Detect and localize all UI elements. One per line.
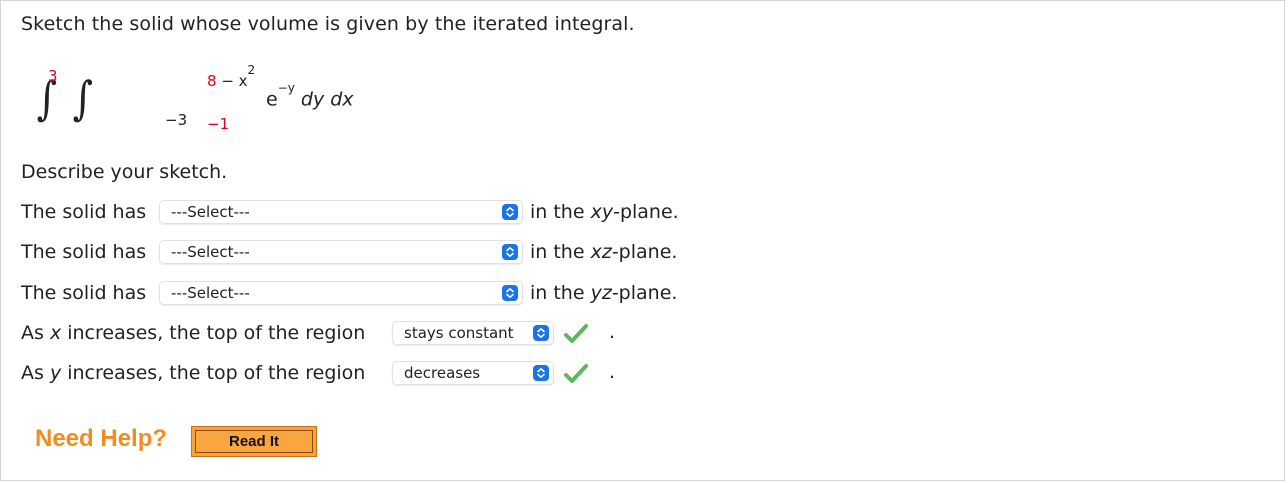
inner-upper-limit: 8 − x2 — [207, 63, 256, 90]
select-value: ---Select--- — [171, 243, 250, 261]
yz-plane-select[interactable]: ---Select--- — [159, 281, 523, 305]
integrand: e−y dy dx — [266, 81, 354, 111]
row-xz: The solid has — [21, 238, 146, 266]
chevron-updown-icon — [533, 365, 549, 381]
checkmark-icon — [564, 364, 588, 383]
question-text: Sketch the solid whose volume is given b… — [21, 13, 635, 35]
chevron-updown-icon — [502, 285, 518, 301]
checkmark-icon — [564, 324, 588, 343]
trend-row-x: As x increases, the top of the region — [21, 322, 366, 344]
row-prefix: The solid has — [21, 201, 147, 223]
row-yz: The solid has — [21, 279, 146, 307]
chevron-updown-icon — [533, 325, 549, 341]
select-value: stays constant — [404, 324, 514, 342]
row-suffix: in the xz-plane. — [530, 241, 678, 263]
select-value: decreases — [404, 364, 481, 382]
chevron-updown-icon — [502, 204, 518, 220]
inner-integral-sign: ∫ — [72, 71, 94, 125]
y-trend-select[interactable]: decreases — [392, 361, 554, 385]
select-value: ---Select--- — [171, 284, 250, 302]
row-xy: The solid has — [21, 198, 146, 226]
xy-plane-select[interactable]: ---Select--- — [159, 200, 523, 224]
x-trend-select[interactable]: stays constant — [392, 321, 554, 345]
question-card: Sketch the solid whose volume is given b… — [0, 0, 1285, 481]
period: . — [609, 361, 616, 383]
row-suffix: in the yz-plane. — [530, 282, 678, 304]
outer-upper-limit: 3 — [48, 67, 58, 85]
describe-label: Describe your sketch. — [21, 161, 228, 183]
inner-lower-limit: −1 — [207, 115, 230, 133]
trend-row-y: As y increases, the top of the region — [21, 362, 366, 384]
outer-lower-limit: −3 — [165, 111, 188, 129]
iterated-integral: ∫ 3 −3 ∫ 8 − x2 −1 e−y dy dx — [35, 61, 395, 141]
read-it-label: Read It — [195, 430, 313, 453]
read-it-button[interactable]: Read It — [191, 426, 317, 457]
select-value: ---Select--- — [171, 203, 250, 221]
row-prefix: The solid has — [21, 282, 147, 304]
need-help-label: Need Help? — [35, 425, 168, 452]
xz-plane-select[interactable]: ---Select--- — [159, 240, 523, 264]
row-suffix: in the xy-plane. — [530, 201, 679, 223]
period: . — [609, 321, 616, 343]
row-prefix: The solid has — [21, 241, 147, 263]
chevron-updown-icon — [502, 244, 518, 260]
